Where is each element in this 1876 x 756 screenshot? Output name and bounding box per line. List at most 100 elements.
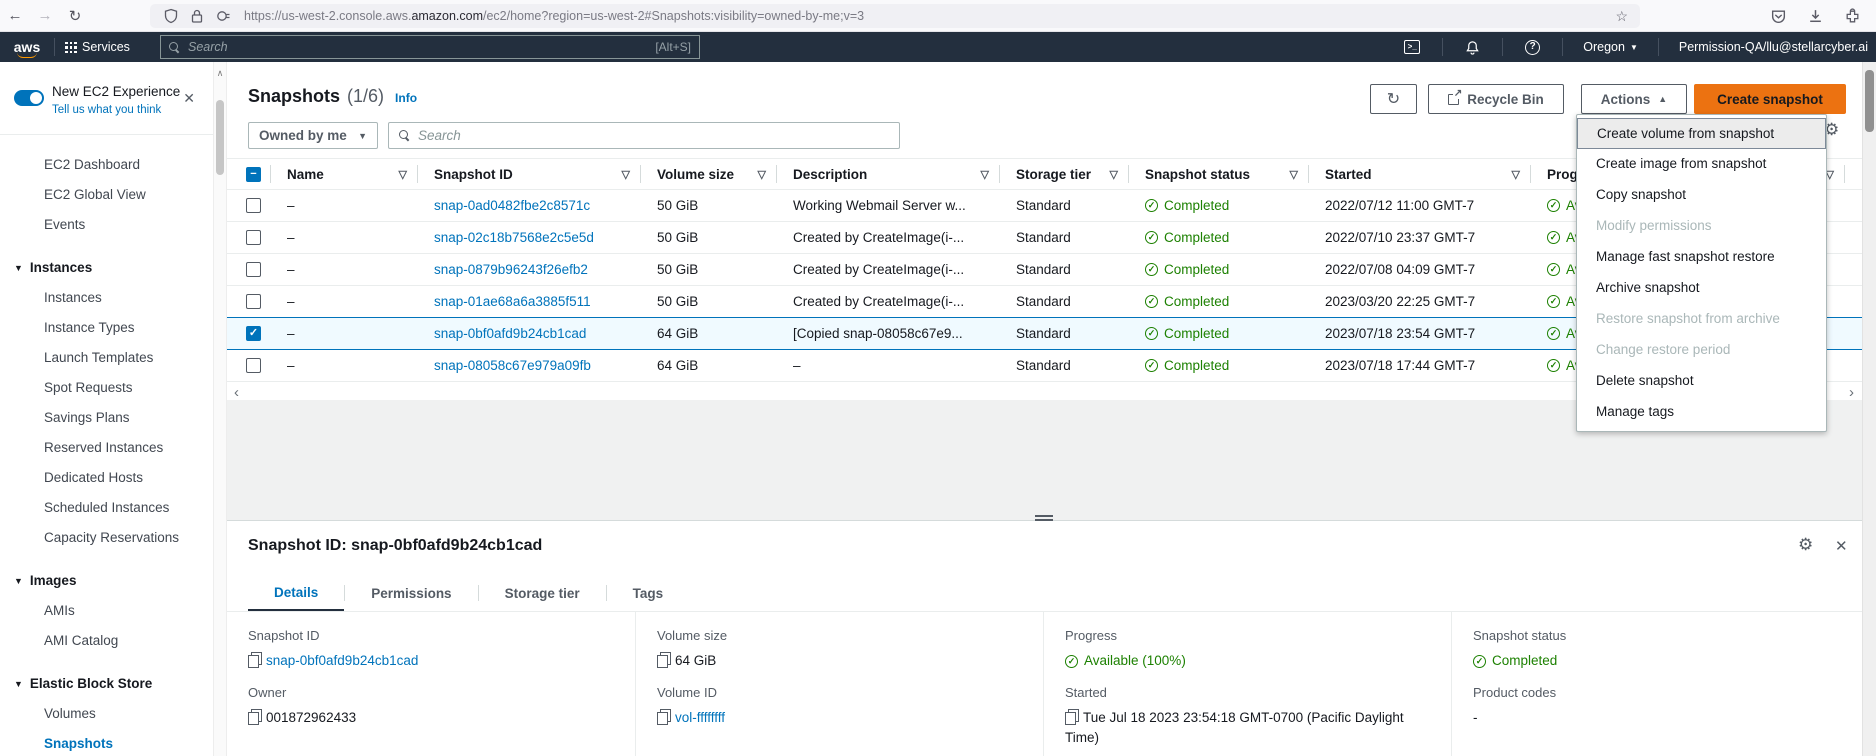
notifications-bell-icon[interactable] (1465, 40, 1480, 55)
extensions-puzzle-icon[interactable] (1840, 4, 1864, 28)
sidebar-item-ec2-global-view[interactable]: EC2 Global View (0, 180, 213, 210)
row-checkbox[interactable] (246, 358, 261, 373)
copy-icon[interactable] (248, 712, 257, 723)
address-bar[interactable]: https://us-west-2.console.aws.amazon.com… (150, 4, 1640, 28)
sidebar-item-snapshots[interactable]: Snapshots (0, 729, 213, 756)
menu-item-create-volume-from-snapshot[interactable]: Create volume from snapshot (1577, 118, 1826, 149)
close-icon[interactable]: ✕ (183, 90, 195, 107)
filter-icon[interactable]: ▽ (399, 168, 417, 181)
sidebar-section-instances[interactable]: ▼Instances (0, 253, 213, 283)
panel-close-icon[interactable]: ✕ (1835, 537, 1848, 555)
menu-item-delete-snapshot[interactable]: Delete snapshot (1577, 366, 1826, 397)
sidebar-item-events[interactable]: Events (0, 210, 213, 240)
forward-icon[interactable]: → (30, 7, 60, 24)
sidebar-scrollbar[interactable]: ∧ (213, 62, 227, 756)
bookmark-star-icon[interactable]: ☆ (1611, 8, 1632, 25)
filter-icon[interactable]: ▽ (622, 168, 640, 181)
snapshot-search-input[interactable]: Search (388, 122, 900, 149)
column-header-name[interactable]: Name▽ (271, 159, 418, 189)
sidebar-section-images[interactable]: ▼Images (0, 566, 213, 596)
copy-icon[interactable] (248, 655, 257, 666)
sidebar-item-ec2-dashboard[interactable]: EC2 Dashboard (0, 150, 213, 180)
ownership-filter-dropdown[interactable]: Owned by me▼ (248, 122, 378, 149)
snapshot-id-link[interactable]: snap-0bf0afd9b24cb1cad (434, 326, 586, 341)
recycle-bin-button[interactable]: Recycle Bin (1428, 84, 1564, 114)
row-checkbox[interactable] (246, 198, 261, 213)
scroll-right-icon[interactable]: › (1849, 384, 1854, 401)
snapshot-id-link[interactable]: snap-01ae68a6a3885f511 (434, 294, 591, 309)
snapshot-id-link[interactable]: snap-0879b96243f26efb2 (434, 262, 588, 277)
global-search-input[interactable]: Search [Alt+S] (160, 35, 700, 59)
scroll-left-icon[interactable]: ‹ (234, 384, 239, 401)
value-link[interactable]: snap-0bf0afd9b24cb1cad (266, 653, 418, 668)
scroll-up-icon[interactable]: ∧ (214, 68, 226, 79)
copy-icon[interactable] (657, 712, 666, 723)
filter-icon[interactable]: ▽ (1512, 168, 1530, 181)
refresh-button[interactable]: ↻ (1370, 84, 1417, 114)
sidebar-section-elastic-block-store[interactable]: ▼Elastic Block Store (0, 669, 213, 699)
new-experience-toggle[interactable] (14, 90, 44, 106)
sidebar-item-amis[interactable]: AMIs (0, 596, 213, 626)
tab-permissions[interactable]: Permissions (345, 575, 477, 611)
sidebar-item-instances[interactable]: Instances (0, 283, 213, 313)
pocket-icon[interactable] (1766, 4, 1790, 28)
select-all-checkbox[interactable]: − (246, 167, 261, 182)
reload-icon[interactable]: ↻ (60, 7, 90, 25)
sidebar-item-spot-requests[interactable]: Spot Requests (0, 373, 213, 403)
sidebar-item-scheduled-instances[interactable]: Scheduled Instances (0, 493, 213, 523)
snapshot-id-link[interactable]: snap-0ad0482fbe2c8571c (434, 198, 590, 213)
banner-feedback-link[interactable]: Tell us what you think (52, 104, 161, 116)
menu-item-manage-tags[interactable]: Manage tags (1577, 397, 1826, 428)
copy-icon[interactable] (1065, 712, 1074, 723)
snapshot-id-link[interactable]: snap-08058c67e979a09fb (434, 358, 591, 373)
sidebar-item-capacity-reservations[interactable]: Capacity Reservations (0, 523, 213, 553)
row-checkbox[interactable] (246, 262, 261, 277)
tab-tags[interactable]: Tags (607, 575, 690, 611)
column-header-snapshot-id[interactable]: Snapshot ID▽ (418, 159, 641, 189)
menu-item-manage-fast-snapshot-restore[interactable]: Manage fast snapshot restore (1577, 242, 1826, 273)
permissions-icon[interactable] (215, 8, 231, 24)
column-header-volume-size[interactable]: Volume size▽ (641, 159, 777, 189)
sidebar-item-launch-templates[interactable]: Launch Templates (0, 343, 213, 373)
column-header-snapshot-status[interactable]: Snapshot status▽ (1129, 159, 1309, 189)
tab-storage-tier[interactable]: Storage tier (479, 575, 606, 611)
sidebar-item-instance-types[interactable]: Instance Types (0, 313, 213, 343)
help-icon[interactable]: ? (1525, 40, 1540, 55)
filter-icon[interactable]: ▽ (1826, 168, 1844, 181)
actions-button[interactable]: Actions▲ (1581, 84, 1687, 114)
sidebar-item-volumes[interactable]: Volumes (0, 699, 213, 729)
column-header-storage-tier[interactable]: Storage tier▽ (1000, 159, 1129, 189)
info-link[interactable]: Info (395, 91, 417, 105)
column-header-description[interactable]: Description▽ (777, 159, 1000, 189)
tracking-shield-icon[interactable] (163, 8, 179, 24)
menu-item-copy-snapshot[interactable]: Copy snapshot (1577, 180, 1826, 211)
copy-icon[interactable] (657, 655, 666, 666)
filter-icon[interactable]: ▽ (1110, 168, 1128, 181)
window-scrollbar[interactable] (1862, 62, 1876, 756)
menu-item-archive-snapshot[interactable]: Archive snapshot (1577, 273, 1826, 304)
account-menu[interactable]: Permission-QA/llu@stellarcyber.ai (1679, 40, 1868, 54)
row-checkbox[interactable]: ✓ (246, 326, 261, 341)
panel-settings-gear-icon[interactable]: ⚙ (1798, 535, 1813, 555)
region-selector[interactable]: Oregon▼ (1583, 40, 1638, 54)
cloudshell-icon[interactable]: >_ (1404, 40, 1420, 54)
downloads-icon[interactable] (1803, 4, 1827, 28)
scrollbar-thumb[interactable] (1865, 70, 1874, 132)
filter-icon[interactable]: ▽ (758, 168, 776, 181)
menu-item-create-image-from-snapshot[interactable]: Create image from snapshot (1577, 149, 1826, 180)
sidebar-item-ami-catalog[interactable]: AMI Catalog (0, 626, 213, 656)
filter-icon[interactable]: ▽ (981, 168, 999, 181)
row-checkbox[interactable] (246, 230, 261, 245)
snapshot-id-link[interactable]: snap-02c18b7568e2c5e5d (434, 230, 594, 245)
services-menu[interactable]: Services (65, 40, 130, 54)
lock-icon[interactable] (189, 8, 205, 24)
sidebar-item-dedicated-hosts[interactable]: Dedicated Hosts (0, 463, 213, 493)
tab-details[interactable]: Details (248, 575, 344, 611)
create-snapshot-button[interactable]: Create snapshot (1694, 84, 1846, 114)
aws-logo[interactable]: aws (10, 39, 44, 55)
panel-resize-handle[interactable] (1035, 513, 1053, 523)
row-checkbox[interactable] (246, 294, 261, 309)
value-link[interactable]: vol-ffffffff (675, 710, 725, 725)
scrollbar-thumb[interactable] (216, 100, 224, 175)
sidebar-item-savings-plans[interactable]: Savings Plans (0, 403, 213, 433)
